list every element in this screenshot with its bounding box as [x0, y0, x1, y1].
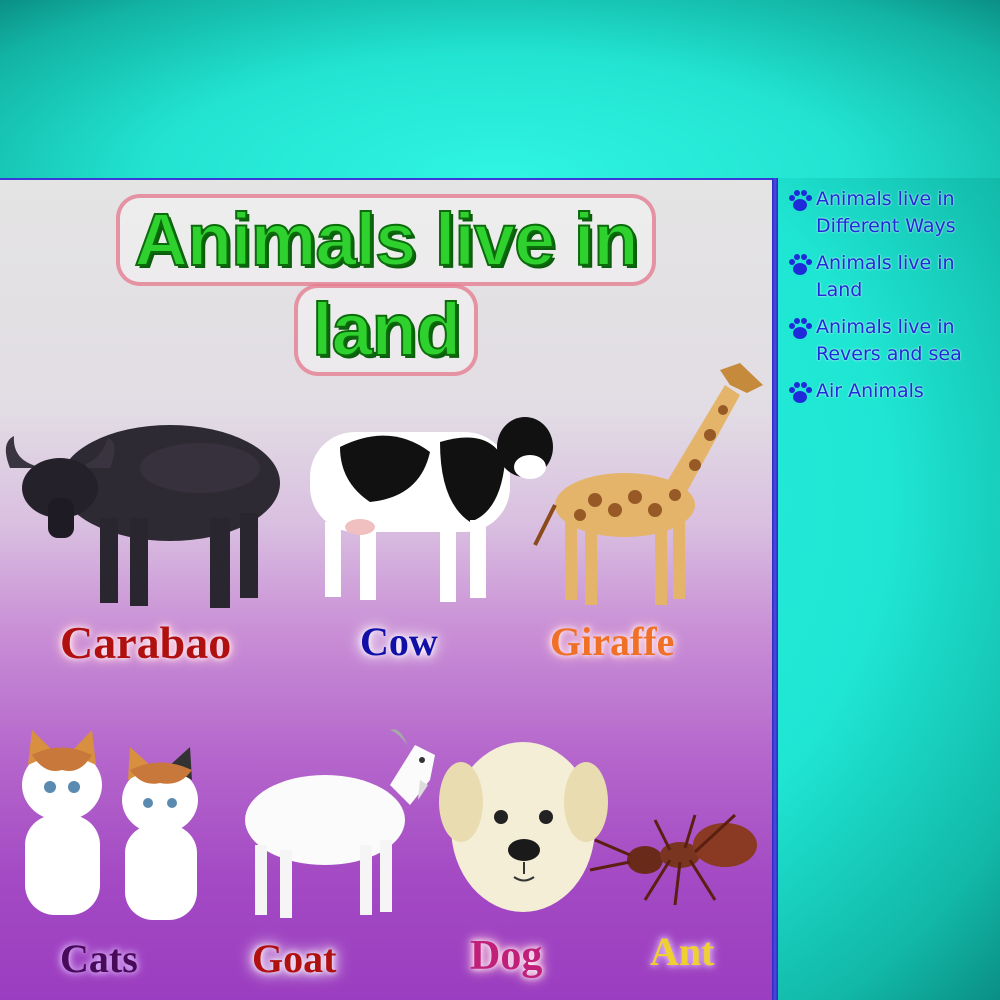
paw-icon: [789, 254, 812, 275]
cats-image: [22, 730, 198, 920]
panel-divider: [772, 178, 778, 1000]
sidebar-item-different-ways[interactable]: Animals live in Different Ways: [784, 186, 1000, 240]
sidebar-item-rivers-sea[interactable]: Animals live in Revers and sea: [784, 314, 1000, 368]
cow-image: [310, 417, 553, 602]
top-background-band: [0, 0, 1000, 178]
sidebar-item-label: Air Animals: [816, 380, 924, 402]
carabao-label: Carabao: [60, 617, 232, 668]
giraffe-image: [533, 363, 763, 605]
sidebar-item-air-animals[interactable]: Air Animals: [784, 378, 1000, 405]
sidebar-nav: Animals live in Different Ways Animals l…: [784, 186, 1000, 415]
giraffe-label: Giraffe: [550, 619, 675, 664]
paw-icon: [789, 318, 812, 339]
ant-image: [589, 813, 757, 906]
sidebar-item-label: Animals live in Revers and sea: [816, 316, 962, 365]
sidebar-item-label: Animals live in Land: [816, 252, 955, 301]
ant-label: Ant: [650, 929, 715, 974]
paw-icon: [789, 190, 812, 211]
goat-label: Goat: [252, 936, 337, 981]
paw-icon: [789, 382, 812, 403]
sidebar-item-label: Animals live in Different Ways: [816, 188, 956, 237]
cats-label: Cats: [60, 936, 138, 981]
goat-image: [245, 729, 435, 918]
carabao-image: [5, 425, 280, 608]
sidebar-item-land[interactable]: Animals live in Land: [784, 250, 1000, 304]
dog-label: Dog: [470, 933, 543, 979]
cow-label: Cow: [360, 619, 438, 664]
slide-content: Animals live in land Carabao Cow Giraffe…: [0, 178, 772, 1000]
slide-title-line1: Animals live in: [0, 197, 772, 282]
